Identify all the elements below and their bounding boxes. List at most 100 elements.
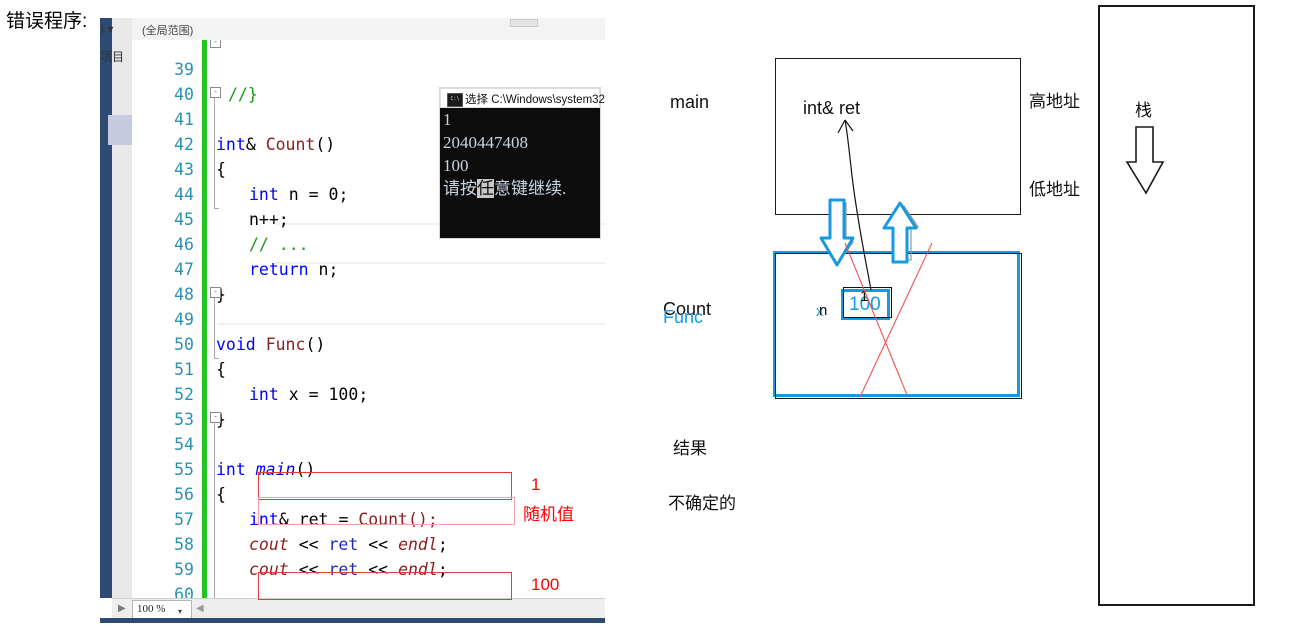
code-text: int& Count(): [216, 132, 335, 157]
code-text: return n;: [249, 257, 338, 282]
code-line: 53: [132, 382, 194, 429]
collapse-toggle-icon[interactable]: -: [210, 87, 221, 98]
editor-status-bar: ▶ 100 % ▾ ◀: [112, 598, 605, 619]
token-keyword: return: [249, 260, 309, 279]
token-endl: endl: [398, 535, 438, 554]
token-identifier: x: [288, 385, 299, 404]
code-line: 50 {: [132, 307, 226, 379]
code-text: {: [216, 485, 226, 504]
change-tracking-bar: [202, 40, 207, 598]
zoom-level-value: 100 %: [137, 603, 166, 615]
token-assign: =: [308, 385, 319, 404]
code-line: 42 {: [132, 107, 226, 179]
code-text: n++;: [249, 210, 289, 229]
token-identifier: ret: [328, 535, 359, 554]
red-highlight-box-line57: [258, 472, 512, 500]
code-text: cout << ret << endl;: [249, 532, 448, 557]
diagram-callee-frame-box: [775, 253, 1022, 399]
collapse-guide-line: [214, 298, 215, 358]
code-line: 61 cout << ret << endl;: [132, 582, 192, 598]
token-number: 100: [328, 385, 359, 404]
code-line: 46 return n;: [132, 207, 338, 279]
code-text: // ...: [249, 235, 309, 254]
collapse-toggle-icon[interactable]: -: [210, 412, 221, 423]
code-line: 40: [132, 57, 194, 104]
code-line: 55 {: [132, 432, 226, 504]
console-prompt-line: 请按任意键继续.: [443, 177, 566, 200]
token-function: Count: [265, 135, 316, 154]
console-selected-char: 任: [477, 179, 494, 198]
code-line: 51 int x = 100;: [132, 332, 368, 404]
diagram-result-value: 不确定的: [668, 494, 736, 513]
code-line: 39 //}: [132, 40, 258, 104]
code-line: 56 int& ret = Count();: [132, 457, 438, 529]
token-keyword: void: [216, 335, 256, 354]
code-text: void Func(): [216, 332, 325, 357]
diagram-value-1: 1: [860, 288, 869, 305]
diagram-var-n-label: n: [819, 302, 828, 319]
code-line: 60 Func();: [132, 557, 194, 598]
diagram-low-address-label: 低地址: [1029, 180, 1080, 199]
token-number: 0: [328, 185, 339, 204]
red-annotation-100: 100: [531, 575, 560, 594]
collapse-guide-end: [214, 208, 219, 209]
code-line: 57 cout << ret << endl;: [132, 482, 448, 554]
code-line: 43 int n = 0;: [132, 132, 348, 204]
diagram-stack-box: [1098, 5, 1255, 606]
toolbar-fragment-dropdown[interactable]: ) ▾: [100, 22, 113, 36]
zoom-level-dropdown[interactable]: 100 % ▾: [132, 600, 192, 619]
code-text: {: [216, 360, 226, 379]
code-line: 47 }: [132, 232, 226, 304]
console-window[interactable]: C:\ 选择 C:\Windows\system32 1 2040447408 …: [440, 88, 605, 238]
code-line: 45 // ...: [132, 182, 308, 254]
diagram-main-frame-label: main: [670, 92, 710, 112]
scope-dropdown-bar[interactable]: (全局范围): [132, 18, 605, 41]
token-keyword: int: [249, 385, 279, 404]
console-prompt-prefix: 请按: [443, 179, 477, 198]
token-shift: <<: [368, 535, 389, 554]
red-annotation-random: 随机值: [523, 505, 574, 524]
red-highlight-box-line61: [258, 572, 512, 600]
collapse-toggle-icon[interactable]: -: [210, 287, 221, 298]
code-text: int n = 0;: [249, 182, 348, 207]
scope-dropdown-label: (全局范围): [142, 25, 194, 37]
token-parens: (): [305, 335, 326, 354]
vs-bottom-chrome-bar: [100, 618, 605, 623]
token-amp: &: [245, 135, 256, 154]
token-shift: <<: [298, 535, 319, 554]
code-line: 44 n++;: [132, 157, 289, 229]
editor-guide-line: [217, 323, 605, 325]
token-cout: cout: [249, 535, 289, 554]
scroll-left-arrow-icon[interactable]: ▶: [118, 603, 126, 614]
token-keyword: int: [216, 135, 246, 154]
token-keyword: int: [249, 185, 279, 204]
token-semicolon: ;: [358, 385, 369, 404]
token-assign: =: [308, 185, 319, 204]
code-line: 49 void Func(): [132, 282, 325, 354]
scroll-right-arrow-icon[interactable]: ◀: [196, 603, 204, 614]
code-text: int x = 100;: [249, 382, 368, 407]
red-annotation-1: 1: [531, 475, 541, 494]
toolbar-fragment-project[interactable]: 项目: [100, 48, 124, 65]
console-output-line: 2040447408: [443, 133, 528, 152]
token-semicolon: ;: [328, 260, 339, 279]
code-line: 59: [132, 532, 194, 579]
vs-gutter-background: [112, 18, 132, 598]
code-line: 52 }: [132, 357, 226, 429]
chevron-down-icon[interactable]: ▾: [178, 607, 182, 616]
console-title-bar[interactable]: C:\ 选择 C:\Windows\system32: [440, 88, 605, 108]
console-output-line: 1: [443, 110, 452, 129]
token-identifier: n: [318, 260, 329, 279]
vs-gutter-marker: [108, 115, 134, 145]
code-text: //}: [228, 85, 258, 104]
diagram-result-label: 结果: [673, 439, 707, 458]
token-parens: (): [315, 135, 336, 154]
collapse-toggle-icon[interactable]: -: [210, 40, 221, 48]
console-prompt-suffix: 意键继续.: [494, 179, 567, 198]
token-semicolon: ;: [338, 185, 349, 204]
collapse-guide-line: [214, 423, 215, 598]
code-line: 54 int main(): [132, 407, 315, 479]
code-line: 48: [132, 257, 194, 304]
scope-dropdown-nub[interactable]: [510, 19, 538, 27]
diagram-high-address-label: 高地址: [1029, 92, 1080, 111]
